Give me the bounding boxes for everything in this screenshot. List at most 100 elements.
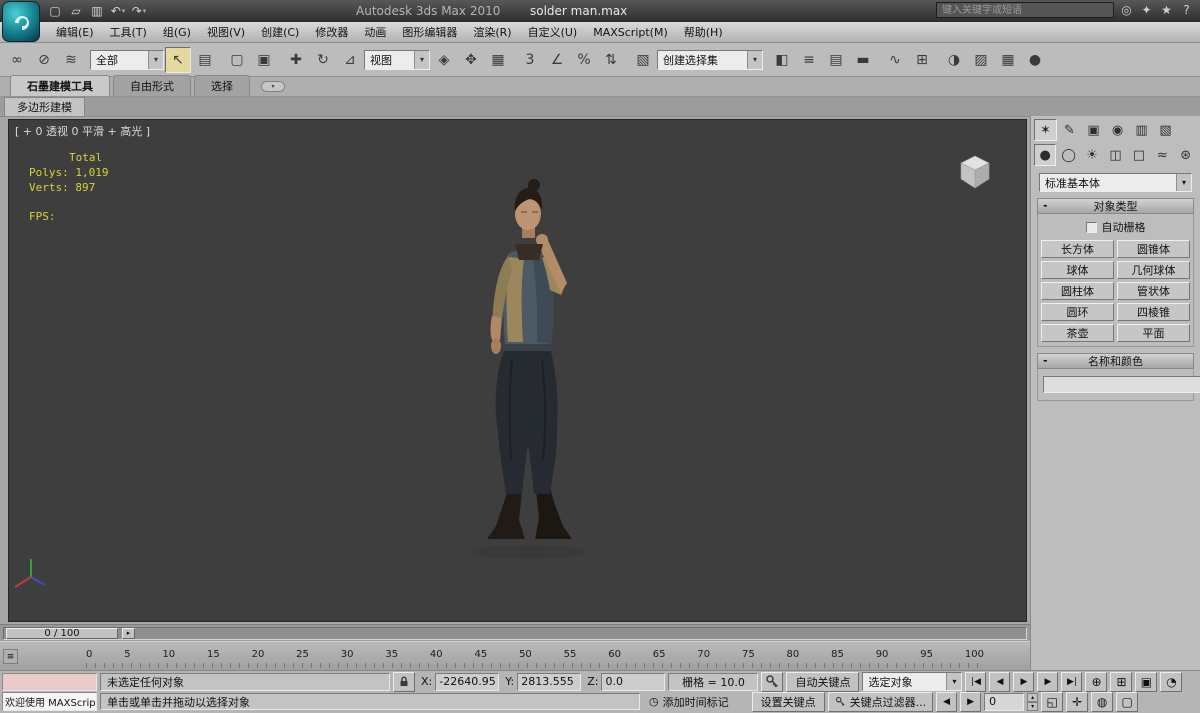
category-cameras[interactable]: ◫ [1104, 144, 1126, 166]
help-icon[interactable]: ? [1179, 3, 1194, 17]
tab-selection[interactable]: 选择 [194, 75, 250, 96]
select-by-name-button[interactable]: ▤ [192, 47, 218, 73]
auto-key-button[interactable]: 自动关键点 [786, 671, 860, 692]
snap-toggle-3d-button[interactable]: 3 [517, 47, 543, 73]
select-and-move-button[interactable]: ✚ [283, 47, 309, 73]
window-crossing-button[interactable]: ▣ [251, 47, 277, 73]
select-and-scale-button[interactable]: ⊿ [337, 47, 363, 73]
menu-modifiers[interactable]: 修改器 [307, 22, 356, 42]
teapot-button[interactable]: 茶壶 [1041, 324, 1114, 342]
autogrid-checkbox[interactable] [1085, 221, 1097, 233]
toggle-ribbon-button[interactable]: ▬ [850, 47, 876, 73]
named-selection-sets-dropdown[interactable]: 创建选择集 ▾ [657, 49, 763, 70]
next-frame-nub-button[interactable]: ▸ [122, 627, 135, 639]
open-file-button[interactable]: ▱ [67, 2, 85, 20]
maxscript-listener-field[interactable]: 欢迎使用 MAXScript [2, 692, 97, 711]
object-type-rollout-header[interactable]: - 对象类型 [1037, 198, 1194, 214]
mirror-button[interactable]: ◧ [769, 47, 795, 73]
selection-mode-dropdown[interactable]: 选定对象 ▾ [862, 672, 963, 691]
zoom-region-button[interactable]: ◱ [1041, 691, 1064, 712]
primitive-category-dropdown[interactable]: 标准基本体 ▾ [1039, 173, 1192, 192]
tab-create[interactable]: ✶ [1034, 119, 1057, 141]
time-slider-handle[interactable]: 0 / 100 [6, 627, 118, 639]
box-button[interactable]: 长方体 [1041, 240, 1114, 258]
category-systems[interactable]: ⊛ [1175, 144, 1197, 166]
menu-customize[interactable]: 自定义(U) [520, 22, 586, 42]
communication-center-icon[interactable]: ✦ [1139, 3, 1154, 17]
go-to-start-button[interactable]: |◀ [965, 671, 987, 692]
trackbar-menu-button[interactable]: ≡ [3, 649, 18, 664]
menu-help[interactable]: 帮助(H) [676, 22, 731, 42]
add-time-tag-button[interactable]: ◷ 添加时间标记 [643, 693, 735, 710]
category-spacewarps[interactable]: ≈ [1151, 144, 1173, 166]
tab-polygon-modeling[interactable]: 多边形建模 [4, 96, 85, 117]
app-logo-icon[interactable] [2, 1, 40, 42]
cone-button[interactable]: 圆锥体 [1117, 240, 1190, 258]
layer-manager-button[interactable]: ▤ [823, 47, 849, 73]
orbit-button[interactable]: ◍ [1091, 691, 1114, 712]
tab-modify[interactable]: ✎ [1058, 119, 1081, 141]
select-object-button[interactable]: ↖ [165, 46, 191, 73]
selection-filter-dropdown[interactable]: 全部 ▾ [90, 49, 164, 70]
schematic-view-button[interactable]: ⊞ [909, 47, 935, 73]
render-production-button[interactable]: ● [1022, 47, 1048, 73]
zoom-all-button[interactable]: ⊞ [1110, 671, 1133, 692]
select-and-link-button[interactable]: ∞ [4, 47, 30, 73]
set-key-button[interactable]: 设置关键点 [751, 691, 825, 712]
field-of-view-button[interactable]: ◔ [1160, 671, 1183, 692]
zoom-button[interactable]: ⊕ [1085, 671, 1108, 692]
tab-utilities[interactable]: ▧ [1154, 119, 1177, 141]
category-geometry[interactable]: ● [1034, 144, 1057, 166]
search-icon[interactable]: ◎ [1119, 3, 1134, 17]
redo-button[interactable]: ↷ ▾ [130, 2, 148, 20]
plane-button[interactable]: 平面 [1117, 324, 1190, 342]
tab-display[interactable]: ▥ [1130, 119, 1153, 141]
curve-editor-button[interactable]: ∿ [882, 47, 908, 73]
use-pivot-center-button[interactable]: ◈ [431, 47, 457, 73]
pyramid-button[interactable]: 四棱锥 [1117, 303, 1190, 321]
pan-button[interactable]: ✛ [1066, 691, 1089, 712]
menu-animation[interactable]: 动画 [356, 22, 394, 42]
angle-snap-button[interactable]: ∠ [544, 47, 570, 73]
ribbon-minimize-button[interactable]: ▾ [261, 81, 285, 92]
render-setup-button[interactable]: ▨ [968, 47, 994, 73]
rectangular-region-button[interactable]: ▢ [224, 47, 250, 73]
key-filters-button[interactable]: 关键点过滤器... [827, 691, 934, 712]
select-and-rotate-button[interactable]: ↻ [310, 47, 336, 73]
spinner-snap-button[interactable]: ⇅ [598, 47, 624, 73]
unlink-selection-button[interactable]: ⊘ [31, 47, 57, 73]
viewcube[interactable] [952, 148, 998, 194]
geosphere-button[interactable]: 几何球体 [1117, 261, 1190, 279]
set-key-mode-button[interactable] [761, 671, 784, 692]
zoom-extents-button[interactable]: ▣ [1135, 671, 1158, 692]
name-color-rollout-header[interactable]: - 名称和颜色 [1037, 353, 1194, 369]
keyboard-override-button[interactable]: ▦ [485, 47, 511, 73]
time-slider-track[interactable]: 0 / 100 ▸ [3, 626, 1027, 640]
object-name-input[interactable] [1043, 376, 1200, 393]
z-coordinate-field[interactable]: 0.0 [601, 672, 666, 691]
selection-lock-button[interactable] [393, 671, 415, 692]
search-input[interactable] [936, 2, 1114, 18]
category-lights[interactable]: ☀ [1081, 144, 1103, 166]
y-coordinate-field[interactable]: 2813.555 [517, 672, 582, 691]
tube-button[interactable]: 管状体 [1117, 282, 1190, 300]
menu-group[interactable]: 组(G) [155, 22, 199, 42]
category-helpers[interactable]: □ [1128, 144, 1150, 166]
menu-create[interactable]: 创建(C) [253, 22, 307, 42]
menu-maxscript[interactable]: MAXScript(M) [585, 24, 676, 41]
menu-views[interactable]: 视图(V) [199, 22, 253, 42]
sphere-button[interactable]: 球体 [1041, 261, 1114, 279]
perspective-viewport[interactable]: [ + 0 透视 0 平滑 + 高光 ] Total Polys: 1,019 … [8, 119, 1027, 622]
align-button[interactable]: ≡ [796, 47, 822, 73]
menu-tools[interactable]: 工具(T) [102, 22, 155, 42]
torus-button[interactable]: 圆环 [1041, 303, 1114, 321]
favorites-icon[interactable]: ★ [1159, 3, 1174, 17]
bind-to-spacewarp-button[interactable]: ≋ [58, 47, 84, 73]
next-frame-button[interactable]: ▶ [1037, 671, 1059, 692]
next-key-button[interactable]: ▶ [960, 691, 982, 712]
new-scene-button[interactable]: ▢ [46, 2, 64, 20]
tab-motion[interactable]: ◉ [1106, 119, 1129, 141]
x-coordinate-field[interactable]: -22640.95 [435, 672, 500, 691]
play-button[interactable]: ▶ [1013, 671, 1035, 692]
edit-named-selection-button[interactable]: ▧ [630, 47, 656, 73]
